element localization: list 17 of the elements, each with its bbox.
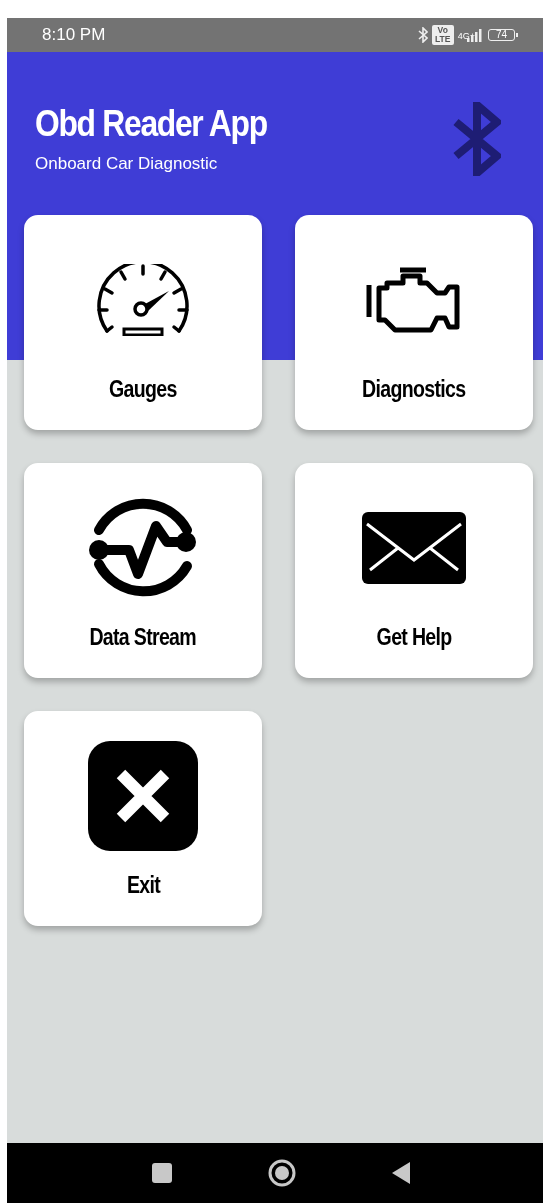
volte-badge: Vo LTE bbox=[431, 25, 454, 45]
menu-tile[interactable]: Diagnostics bbox=[295, 215, 533, 430]
menu-tile[interactable]: Gauges bbox=[24, 215, 262, 430]
menu-tile[interactable]: Exit bbox=[24, 711, 262, 926]
back-icon[interactable] bbox=[392, 1162, 410, 1184]
close-icon bbox=[88, 741, 198, 851]
speedometer-icon bbox=[97, 264, 189, 336]
app-title: Obd Reader App bbox=[35, 102, 267, 146]
home-icon[interactable] bbox=[268, 1159, 296, 1187]
bluetooth-icon bbox=[417, 27, 428, 43]
menu-tile[interactable]: Data Stream bbox=[24, 463, 262, 678]
envelope-icon bbox=[362, 512, 466, 584]
app-subtitle: Onboard Car Diagnostic bbox=[35, 154, 219, 174]
status-time: 8:10 PM bbox=[42, 25, 106, 45]
battery-indicator: 74 bbox=[488, 29, 518, 41]
menu-tile[interactable]: Get Help bbox=[295, 463, 533, 678]
engine-icon bbox=[365, 267, 463, 333]
